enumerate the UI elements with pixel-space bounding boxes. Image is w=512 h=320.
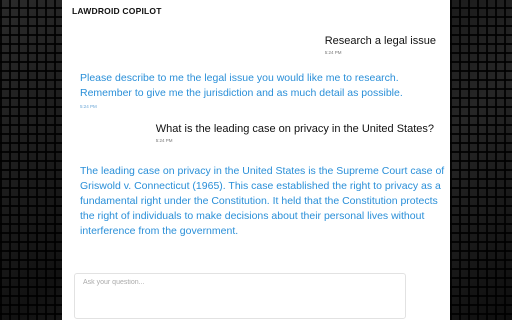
- assistant-message: Please describe to me the legal issue yo…: [80, 71, 440, 109]
- message-timestamp: 5:24 PM: [80, 104, 97, 109]
- chat-window: LAWDROID COPILOT Research a legal issue …: [62, 0, 450, 320]
- question-input[interactable]: [83, 279, 393, 286]
- message-timestamp: 5:24 PM: [324, 50, 342, 55]
- message-text: The leading case on privacy in the Unite…: [80, 165, 445, 237]
- user-message: Research a legal issue 5:24 PM: [325, 35, 436, 55]
- message-text: Please describe to me the legal issue yo…: [80, 72, 403, 99]
- app-title: LAWDROID COPILOT: [72, 6, 162, 16]
- message-text: What is the leading case on privacy in t…: [155, 123, 434, 135]
- message-text: Research a legal issue: [324, 35, 436, 47]
- assistant-message: The leading case on privacy in the Unite…: [80, 164, 448, 239]
- user-message: What is the leading case on privacy in t…: [156, 123, 434, 143]
- question-input-box[interactable]: [74, 273, 406, 319]
- message-timestamp: 5:24 PM: [155, 138, 173, 143]
